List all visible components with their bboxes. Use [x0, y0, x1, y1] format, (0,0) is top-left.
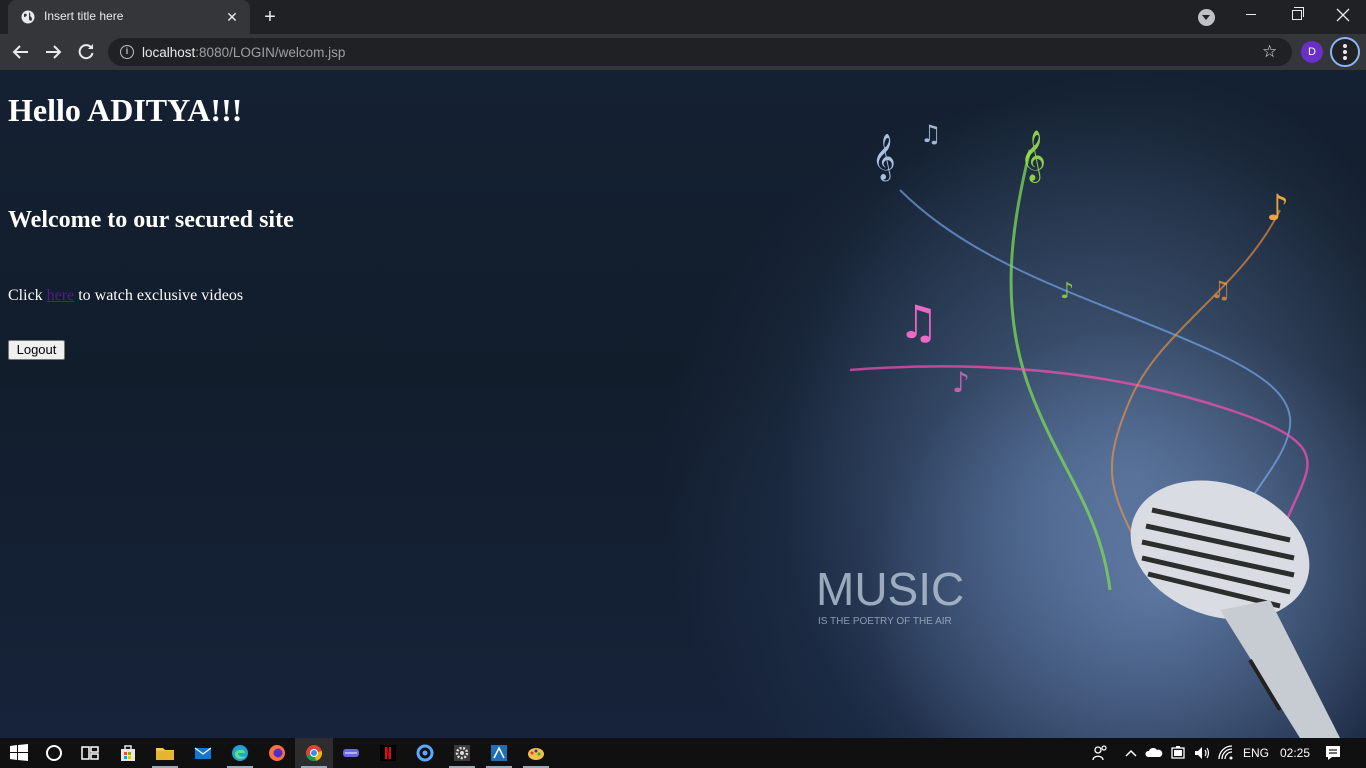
language-indicator[interactable]: ENG	[1243, 738, 1269, 768]
logout-button[interactable]: Logout	[8, 340, 65, 360]
onedrive-icon[interactable]	[1144, 743, 1164, 763]
settings-icon[interactable]	[452, 743, 472, 763]
forward-button[interactable]	[39, 38, 67, 66]
app-icon[interactable]	[341, 743, 361, 763]
task-view-icon[interactable]	[80, 743, 100, 763]
netflix-icon[interactable]	[378, 743, 398, 763]
browser-toolbar: i localhost:8080/LOGIN/welcom.jsp ☆	[0, 34, 1366, 70]
notifications-icon[interactable]	[1323, 743, 1343, 763]
svg-text:𝄞: 𝄞	[1020, 130, 1046, 183]
people-icon[interactable]	[1090, 743, 1110, 763]
bookmark-star-icon[interactable]: ☆	[1262, 42, 1277, 62]
minimize-button[interactable]	[1228, 0, 1274, 30]
svg-text:♫: ♫	[920, 120, 942, 148]
close-tab-icon[interactable]: ✕	[224, 9, 240, 25]
edge-icon[interactable]	[230, 743, 250, 763]
chrome-icon[interactable]	[304, 743, 324, 763]
windows-start-icon[interactable]	[9, 743, 29, 763]
globe-icon	[21, 10, 35, 24]
mail-icon[interactable]	[193, 743, 213, 763]
url-text[interactable]: localhost:8080/LOGIN/welcom.jsp	[142, 45, 345, 60]
tab-strip: Insert title here ✕ +	[0, 0, 1366, 34]
svg-text:♫: ♫	[1210, 276, 1232, 304]
profile-avatar[interactable]: D	[1301, 41, 1323, 63]
store-icon[interactable]	[118, 743, 138, 763]
welcome-heading: Welcome to our secured site	[8, 207, 294, 233]
cortana-icon[interactable]	[44, 743, 64, 763]
arrow-left-icon	[12, 45, 28, 59]
close-icon	[1336, 8, 1350, 22]
greeting-heading: Hello ADITYA!!!	[8, 92, 243, 128]
wifi-icon[interactable]	[1216, 743, 1236, 763]
clock[interactable]: 02:25	[1280, 738, 1310, 768]
browser-tab[interactable]: Insert title here ✕	[8, 0, 250, 34]
music-art-title: MUSIC	[816, 563, 964, 615]
video-link-paragraph: Click here to watch exclusive videos	[8, 287, 244, 304]
new-tab-button[interactable]: +	[260, 7, 280, 27]
windows-taskbar: ENG 02:25	[0, 738, 1366, 768]
tab-title: Insert title here	[44, 9, 124, 23]
reload-icon	[78, 44, 94, 60]
close-window-button[interactable]	[1320, 0, 1366, 30]
back-button[interactable]	[7, 38, 35, 66]
svg-text:♪: ♪	[1060, 279, 1074, 304]
speaker-icon[interactable]	[1192, 743, 1212, 763]
svg-text:𝄞: 𝄞	[872, 134, 896, 182]
app-icon[interactable]	[489, 743, 509, 763]
svg-text:♪: ♪	[1266, 188, 1289, 229]
videos-link[interactable]: here	[47, 287, 75, 304]
restore-button[interactable]	[1274, 0, 1320, 30]
tab-search-button[interactable]	[1198, 9, 1215, 26]
svg-text:♪: ♪	[952, 366, 970, 399]
address-bar[interactable]: i localhost:8080/LOGIN/welcom.jsp ☆	[108, 38, 1292, 66]
paint-icon[interactable]	[526, 743, 546, 763]
page-content-area: 𝄞 𝄞 ♫ ♪ ♫ ♪ ♪ ♫ MUSIC IS THE POETRY OF T…	[0, 70, 1366, 738]
chevron-up-icon[interactable]	[1121, 743, 1141, 763]
arrow-right-icon	[46, 45, 62, 59]
file-explorer-icon[interactable]	[155, 743, 175, 763]
music-background-art: 𝄞 𝄞 ♫ ♪ ♫ ♪ ♪ ♫ MUSIC IS THE POETRY OF T…	[780, 70, 1366, 738]
browser-menu-button[interactable]	[1330, 37, 1360, 67]
battery-icon[interactable]	[1168, 743, 1188, 763]
info-icon[interactable]: i	[120, 45, 134, 59]
music-art-subtitle: IS THE POETRY OF THE AIR	[818, 616, 952, 627]
app-icon[interactable]	[415, 743, 435, 763]
svg-text:♫: ♫	[898, 295, 939, 349]
firefox-icon[interactable]	[267, 743, 287, 763]
reload-button[interactable]	[72, 38, 100, 66]
